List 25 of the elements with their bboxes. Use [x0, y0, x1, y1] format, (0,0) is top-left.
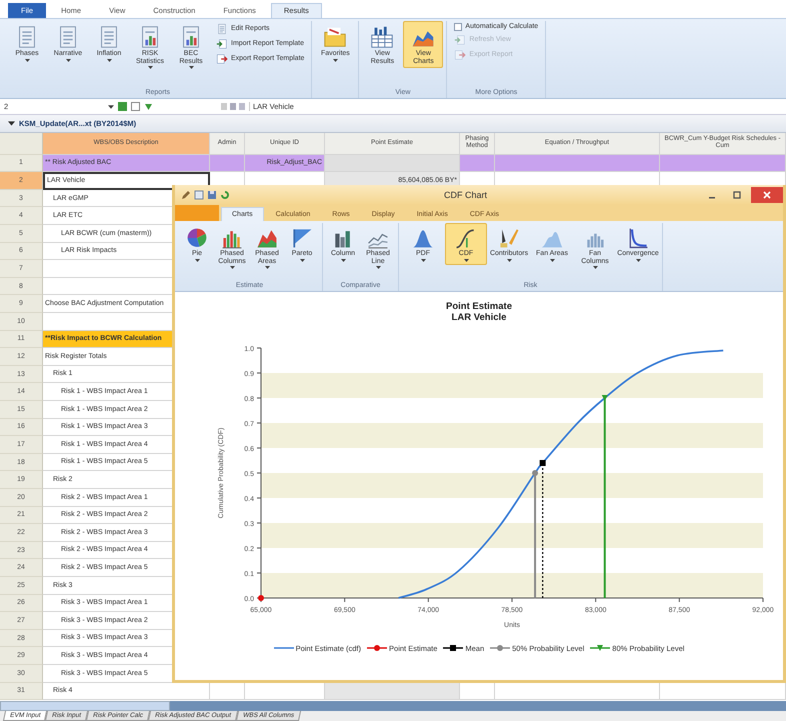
- export-icon: [216, 52, 228, 65]
- confirm-icon[interactable]: [118, 102, 127, 111]
- refresh-icon[interactable]: [220, 190, 230, 200]
- caret-icon: [108, 104, 114, 109]
- import-icon: [216, 38, 228, 50]
- document-icon[interactable]: [194, 190, 204, 200]
- scrollbar-thumb[interactable]: [0, 701, 170, 711]
- pie-chart-icon: [185, 226, 209, 250]
- maximize-icon[interactable]: [733, 191, 741, 199]
- collapse-icon[interactable]: [8, 120, 15, 126]
- export-icon: [454, 48, 466, 61]
- function-icon[interactable]: [144, 102, 153, 111]
- close-button[interactable]: [751, 187, 783, 203]
- formula-tools-icon[interactable]: [221, 102, 245, 111]
- close-icon: [763, 191, 771, 199]
- cancel-icon[interactable]: [131, 102, 140, 111]
- chart-title: Point Estimate: [446, 302, 512, 313]
- table-cell: [210, 154, 245, 172]
- chart-subtitle: LAR Vehicle: [452, 312, 506, 324]
- checkbox[interactable]: [454, 22, 462, 31]
- table-cell: [460, 154, 495, 172]
- select-all-cell[interactable]: [0, 132, 43, 155]
- import-icon: [454, 34, 466, 46]
- document-icon: [216, 22, 228, 35]
- window-title: CDF Chart: [442, 190, 488, 200]
